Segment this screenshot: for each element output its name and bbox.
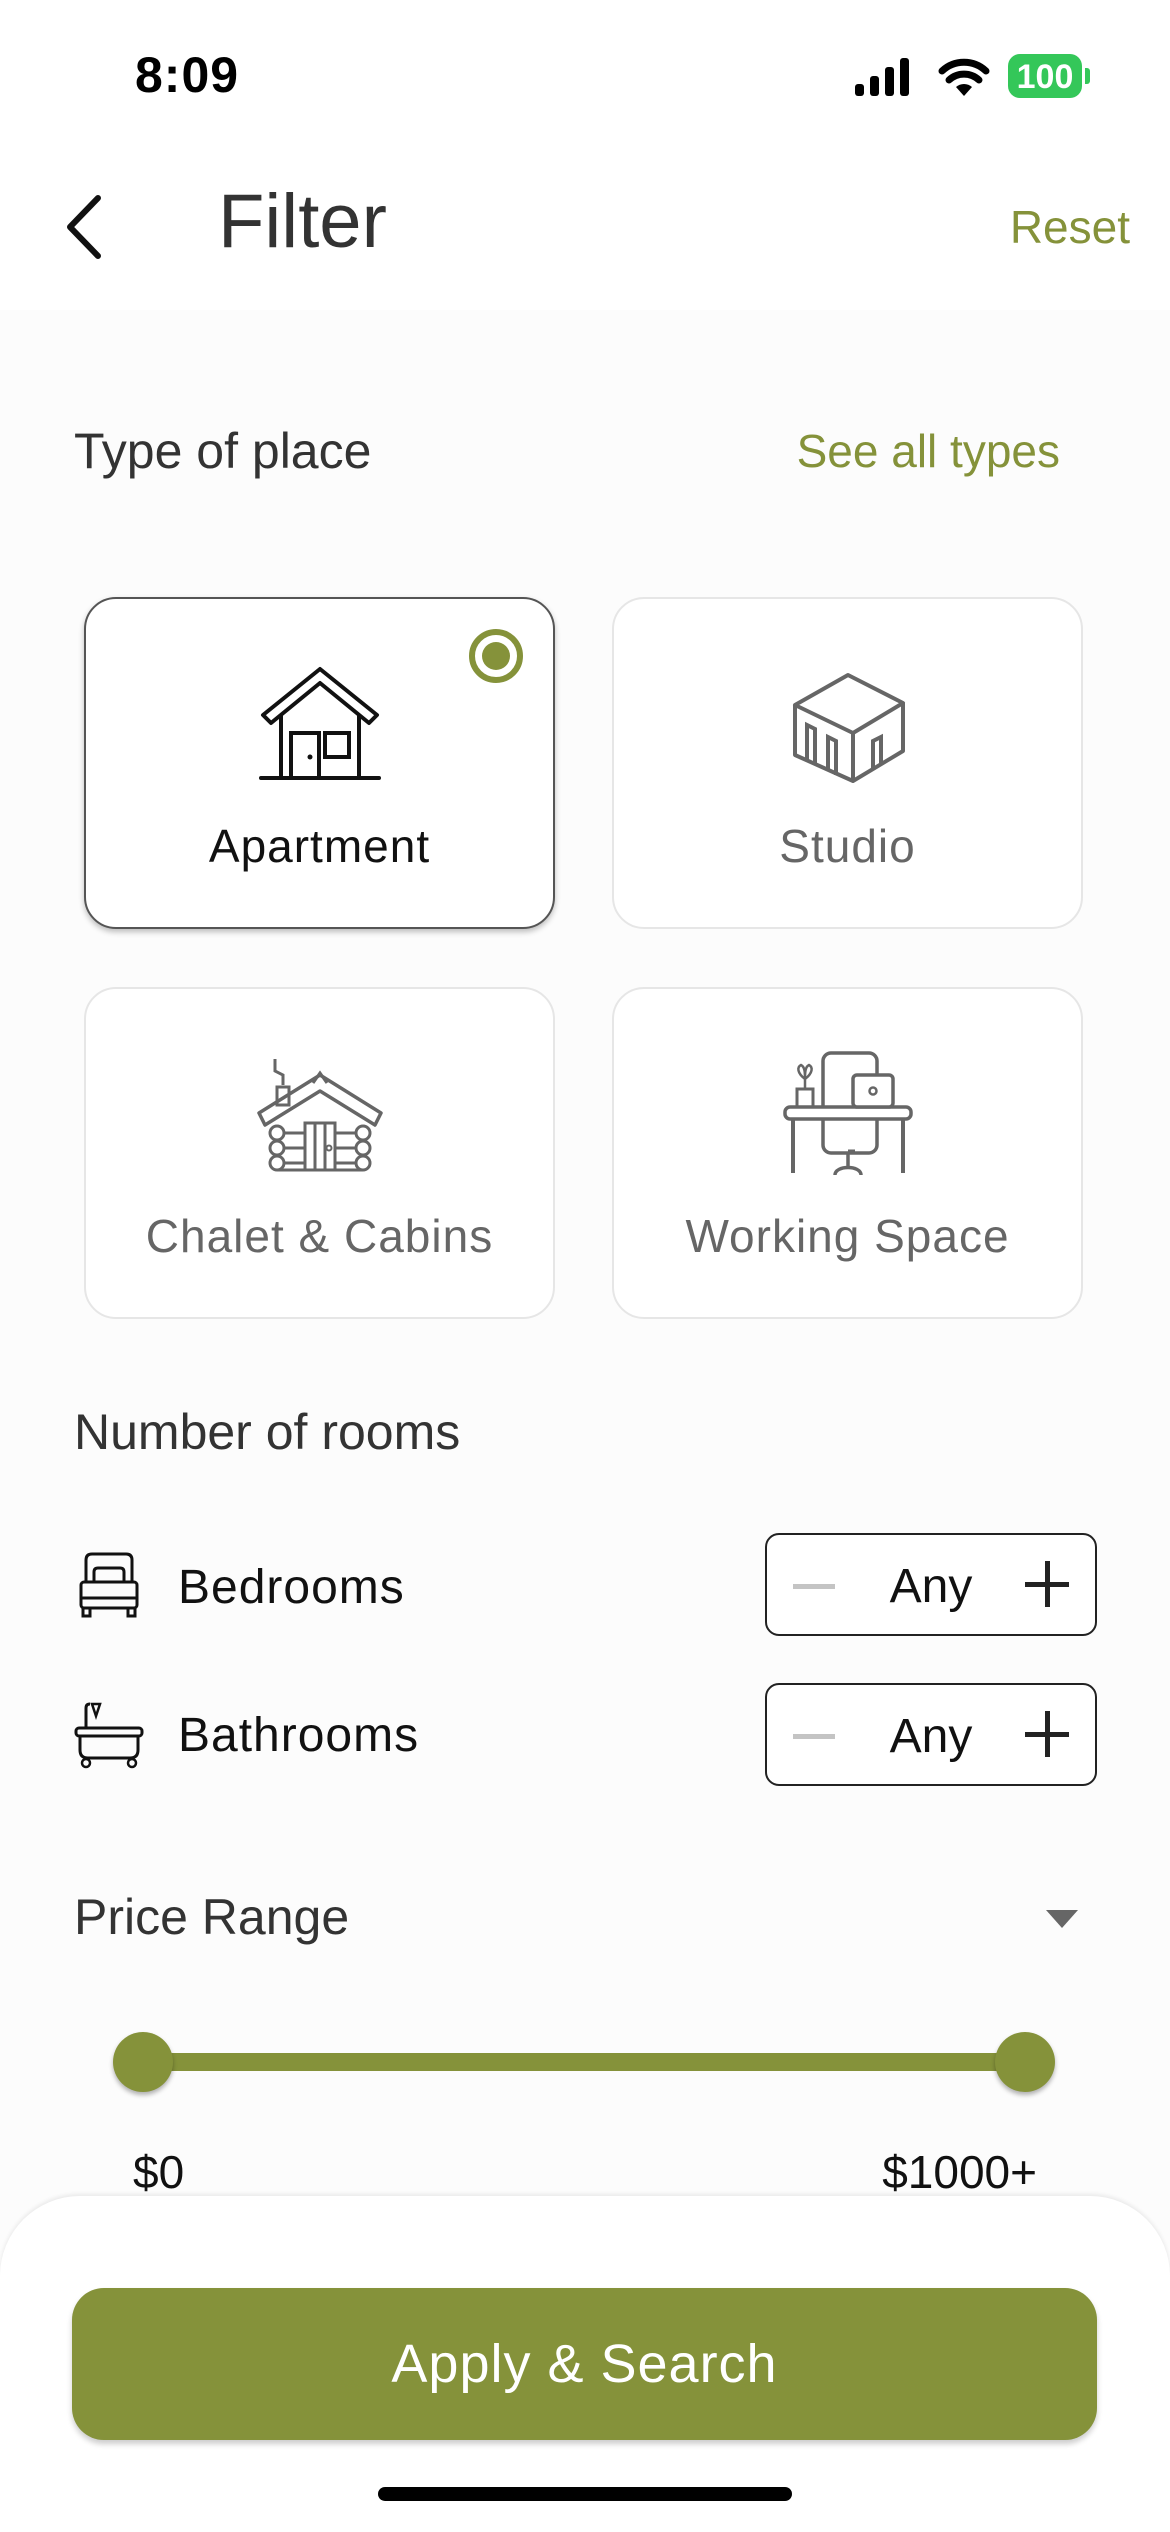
page-title: Filter (218, 179, 387, 264)
price-range-track[interactable] (143, 2053, 1025, 2071)
bathrooms-label: Bathrooms (178, 1709, 420, 1762)
chevron-left-icon[interactable] (60, 192, 110, 262)
see-all-types-link[interactable]: See all types (797, 424, 1060, 478)
price-max-thumb[interactable] (995, 2032, 1055, 2092)
bed-icon (79, 1552, 139, 1618)
battery-cap (1085, 68, 1090, 84)
number-of-rooms-heading: Number of rooms (74, 1404, 461, 1460)
studio-building-icon (792, 673, 905, 783)
place-type-working-space[interactable]: Working Space (612, 987, 1083, 1319)
bedrooms-stepper: Any (765, 1533, 1097, 1636)
desk-workspace-icon (782, 1051, 913, 1176)
place-type-apartment[interactable]: Apartment (84, 597, 555, 929)
home-indicator (378, 2487, 792, 2501)
cellular-signal-icon (855, 58, 909, 96)
price-min-label: $0 (133, 2146, 185, 2198)
bathrooms-stepper: Any (765, 1683, 1097, 1786)
selected-radio-icon (469, 629, 523, 683)
place-type-label: Studio (779, 820, 916, 872)
status-time: 8:09 (135, 47, 240, 103)
log-cabin-icon (256, 1059, 383, 1172)
status-bar: 8:09 100 (0, 0, 1170, 150)
reset-button[interactable]: Reset (1010, 200, 1130, 254)
place-type-studio[interactable]: Studio (612, 597, 1083, 929)
place-type-label: Apartment (208, 820, 431, 872)
caret-down-icon[interactable] (1046, 1910, 1078, 1928)
bedrooms-increment-button[interactable] (1023, 1559, 1073, 1609)
price-max-label: $1000+ (882, 2146, 1037, 2198)
type-of-place-heading: Type of place (74, 423, 372, 479)
house-icon (258, 667, 381, 780)
price-min-thumb[interactable] (113, 2032, 173, 2092)
bathrooms-increment-button[interactable] (1023, 1709, 1073, 1759)
place-type-label: Working Space (685, 1210, 1010, 1262)
bathtub-icon (74, 1702, 144, 1769)
place-type-label: Chalet & Cabins (145, 1210, 494, 1262)
battery-level: 100 (1016, 58, 1074, 96)
apply-search-button[interactable]: Apply & Search (72, 2288, 1097, 2440)
battery-icon: 100 (1008, 54, 1082, 98)
price-range-heading: Price Range (74, 1889, 350, 1945)
nav-header (0, 150, 1170, 310)
bedrooms-label: Bedrooms (178, 1561, 405, 1614)
wifi-icon (938, 58, 990, 96)
place-type-chalet-cabins[interactable]: Chalet & Cabins (84, 987, 555, 1319)
